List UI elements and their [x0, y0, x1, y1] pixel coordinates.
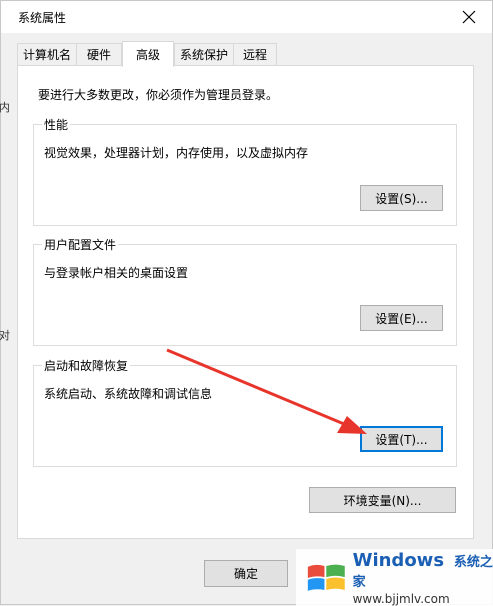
user-profile-settings-button[interactable]: 设置(E)...	[360, 305, 443, 331]
startup-recovery-settings-button[interactable]: 设置(T)...	[360, 426, 443, 452]
tab-advanced[interactable]: 高级	[122, 41, 174, 67]
watermark: Windows 系统之家 www.bjjmlv.com	[296, 549, 493, 606]
user-profile-group: 用户配置文件 与登录帐户相关的桌面设置 设置(E)...	[33, 236, 457, 346]
watermark-brand: Windows	[352, 549, 445, 571]
system-properties-window: 系统属性 内 对 计算机名 硬件 高级 系统保护 远程 要进行大多数更改，你必须…	[0, 0, 493, 606]
startup-recovery-group: 启动和故障恢复 系统启动、系统故障和调试信息 设置(T)...	[33, 357, 457, 467]
startup-recovery-desc: 系统启动、系统故障和调试信息	[44, 387, 213, 401]
performance-settings-button[interactable]: 设置(S)...	[360, 185, 443, 211]
close-button[interactable]	[446, 1, 492, 33]
tab-system-protection[interactable]: 系统保护	[174, 43, 234, 65]
watermark-url: www.bjjmlv.com	[352, 591, 450, 606]
windows-logo-icon	[307, 564, 345, 591]
admin-notice: 要进行大多数更改，你必须作为管理员登录。	[38, 88, 279, 102]
background-window-edge: 内 对	[0, 91, 11, 351]
environment-variables-button[interactable]: 环境变量(N)...	[309, 487, 456, 513]
performance-title: 性能	[42, 116, 71, 133]
advanced-panel: 要进行大多数更改，你必须作为管理员登录。 性能 视觉效果，处理器计划，内存使用，…	[17, 65, 474, 539]
edge-text: 对	[0, 329, 10, 342]
user-profile-title: 用户配置文件	[42, 236, 119, 253]
user-profile-desc: 与登录帐户相关的桌面设置	[44, 266, 189, 280]
tab-hardware[interactable]: 硬件	[76, 43, 122, 65]
performance-group: 性能 视觉效果，处理器计划，内存使用，以及虚拟内存 设置(S)...	[33, 116, 457, 226]
window-title: 系统属性	[18, 11, 67, 25]
edge-text: 内	[0, 101, 10, 114]
title-bar[interactable]: 系统属性	[1, 1, 492, 33]
close-icon	[462, 10, 476, 24]
startup-recovery-title: 启动和故障恢复	[42, 357, 131, 374]
tab-computer-name[interactable]: 计算机名	[17, 43, 77, 65]
performance-desc: 视觉效果，处理器计划，内存使用，以及虚拟内存	[44, 146, 309, 160]
tab-remote[interactable]: 远程	[233, 43, 277, 65]
ok-button[interactable]: 确定	[204, 560, 288, 587]
